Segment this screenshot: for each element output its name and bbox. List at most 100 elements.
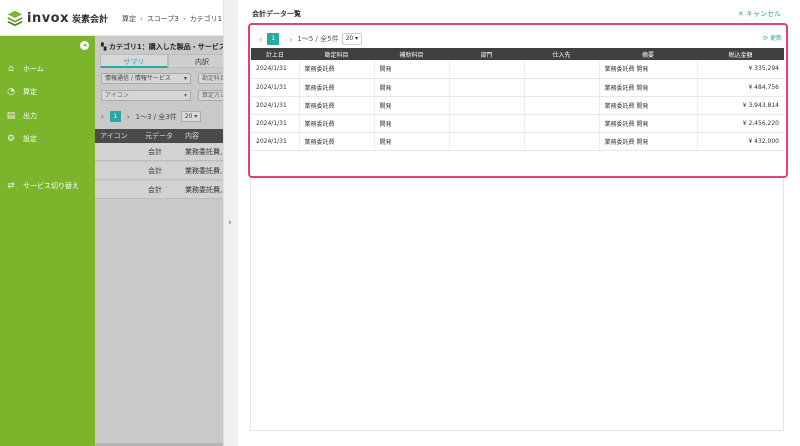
- department-cell: [448, 96, 524, 115]
- brand-name: invox: [27, 10, 70, 26]
- sidebar-item-home[interactable]: ⌂ ホーム: [6, 64, 44, 74]
- sidebar-item-label: サービス切り替え: [23, 182, 79, 190]
- amount-cell: ¥ 484,756: [696, 78, 784, 97]
- department-cell: [448, 78, 524, 97]
- cancel-button[interactable]: ✕ キャンセル: [738, 9, 781, 19]
- table-row[interactable]: 2024/1/31 業務委託費 開発 業務委託費 開発 ¥ 432,000: [251, 132, 784, 151]
- column-header: 元データ: [145, 132, 173, 140]
- page-size-select[interactable]: 20 ▾: [180, 111, 202, 122]
- table-row[interactable]: 2024/1/31 業務委託費 開発 業務委託費 開発 ¥ 3,943,814: [251, 96, 784, 115]
- page-summary: 1〜5 / 全5件: [297, 35, 339, 43]
- method-select[interactable]: 算定方法: [198, 90, 223, 101]
- date-cell: 2024/1/31: [251, 114, 299, 133]
- vendor-cell: [523, 78, 599, 97]
- page-button[interactable]: 1: [267, 33, 280, 45]
- column-header-vendor[interactable]: 仕入先: [524, 48, 599, 60]
- account-cell: 業務委託費: [298, 60, 374, 79]
- next-page-icon[interactable]: ›: [127, 113, 130, 121]
- content-cell: 業務委託費,: [185, 148, 223, 156]
- icon-select-placeholder: アイコン: [105, 92, 129, 99]
- panel-title-text: カテゴリ1：購入した製品・サービス: [108, 43, 223, 51]
- column-header-amount[interactable]: 税込金額: [697, 48, 784, 60]
- accounting-data-panel: 会計データ一覧 ✕ キャンセル ‹ 1 › 1〜5 / 全5件 20 ▾ ⟳ 更…: [238, 0, 800, 446]
- org-icon: ▚: [101, 43, 107, 51]
- table-header: 計上日 勘定科目 補助科目 部門 仕入先 摘要 税込金額: [251, 48, 784, 60]
- page-size-select[interactable]: 20 ▾: [341, 33, 363, 45]
- column-header-date[interactable]: 計上日: [251, 48, 299, 60]
- table-row[interactable]: 会計 業務委託費,: [95, 162, 223, 180]
- page-size-value: 20: [184, 113, 193, 120]
- vendor-cell: [523, 60, 599, 79]
- sidebar-item-settings[interactable]: ⚙ 設定: [6, 134, 37, 144]
- table-row[interactable]: 2024/1/31 業務委託費 開発 業務委託費 開発 ¥ 335,294: [251, 60, 784, 79]
- accounting-table: 計上日 勘定科目 補助科目 部門 仕入先 摘要 税込金額 2024/1/31 業…: [251, 48, 784, 151]
- date-cell: 2024/1/31: [251, 60, 299, 79]
- table-row[interactable]: 2024/1/31 業務委託費 開発 業務委託費 開発 ¥ 2,456,220: [251, 114, 784, 133]
- memo-cell: 業務委託費 開発: [598, 60, 697, 79]
- source-cell: 会計: [148, 167, 162, 175]
- content-cell: 業務委託費,: [185, 167, 223, 175]
- tab-summary[interactable]: サマリ: [100, 54, 168, 68]
- memo-cell: 業務委託費 開発: [598, 132, 697, 151]
- sub-account-cell: 開発: [373, 96, 449, 115]
- account-cell: 業務委託費: [298, 132, 374, 151]
- column-header-department[interactable]: 部門: [449, 48, 524, 60]
- source-cell: 会計: [148, 186, 162, 194]
- close-icon: ✕: [737, 10, 744, 18]
- table-row[interactable]: 2024/1/31 業務委託費 開発 業務委託費 開発 ¥ 484,756: [251, 78, 784, 97]
- industry-select[interactable]: 情報通信 / 情報サービス ▾: [101, 73, 191, 84]
- department-cell: [448, 132, 524, 151]
- chevron-down-icon: ▾: [183, 92, 187, 99]
- department-cell: [448, 114, 524, 133]
- table-row[interactable]: 会計 業務委託費,: [95, 143, 223, 161]
- breadcrumb-item[interactable]: カテゴリ1: [190, 15, 222, 23]
- amount-cell: ¥ 432,000: [696, 132, 784, 151]
- date-cell: 2024/1/31: [251, 78, 299, 97]
- breadcrumb-item[interactable]: 算定: [122, 15, 136, 23]
- sidebar-item-switch-service[interactable]: ⇄ サービス切り替え: [6, 181, 79, 191]
- refresh-label: 更新: [769, 35, 782, 42]
- expand-panel-icon[interactable]: ›: [228, 218, 232, 228]
- switch-icon: ⇄: [7, 181, 15, 191]
- vendor-cell: [523, 114, 599, 133]
- sub-account-cell: 開発: [373, 132, 449, 151]
- logo[interactable]: invox 炭素会計: [6, 9, 108, 27]
- layers-logo-icon: [7, 10, 23, 27]
- sidebar-item-output[interactable]: ▤ 出力: [6, 111, 37, 121]
- panel-divider: ›: [223, 0, 238, 446]
- table-row[interactable]: 会計 業務委託費,: [95, 181, 223, 199]
- breadcrumb-item[interactable]: スコープ3: [147, 15, 179, 23]
- sidebar: ◂ ⌂ ホーム ◔ 算定 ▤ 出力 ⚙ 設定 ⇄ サービス切り替え: [0, 36, 95, 446]
- brand-subtitle: 炭素会計: [72, 14, 109, 25]
- tab-breakdown[interactable]: 内訳: [168, 54, 223, 68]
- column-header-sub-account[interactable]: 補助科目: [374, 48, 449, 60]
- column-header: 内容: [185, 132, 199, 140]
- sub-account-cell: 開発: [373, 114, 449, 133]
- amount-cell: ¥ 3,943,814: [696, 96, 784, 115]
- account-cell: 業務委託費: [298, 114, 374, 133]
- column-header-memo[interactable]: 摘要: [599, 48, 697, 60]
- sidebar-item-label: 出力: [23, 112, 37, 120]
- sub-account-cell: 開発: [373, 78, 449, 97]
- icon-select[interactable]: アイコン ▾: [101, 90, 191, 101]
- pagination: ‹ 1 › 1〜3 / 全3件 20 ▾: [101, 111, 202, 122]
- refresh-icon: ⟳: [763, 35, 769, 42]
- account-select[interactable]: 勘定科目: [198, 73, 223, 84]
- next-page-icon[interactable]: ›: [289, 35, 292, 44]
- prev-page-icon[interactable]: ‹: [101, 113, 104, 121]
- sub-account-cell: 開発: [373, 60, 449, 79]
- memo-cell: 業務委託費 開発: [598, 78, 697, 97]
- collapse-sidebar-icon[interactable]: ◂: [80, 41, 89, 50]
- column-header-account[interactable]: 勘定科目: [299, 48, 374, 60]
- department-cell: [448, 60, 524, 79]
- amount-cell: ¥ 335,294: [696, 60, 784, 79]
- pagination: ‹ 1 › 1〜5 / 全5件 20 ▾: [254, 33, 363, 45]
- refresh-button[interactable]: ⟳ 更新: [763, 33, 782, 42]
- category-detail-panel: ▚ カテゴリ1：購入した製品・サービス サマリ 内訳 情報通信 / 情報サービス…: [95, 36, 223, 446]
- content-cell: 業務委託費,: [185, 186, 223, 194]
- date-cell: 2024/1/31: [251, 132, 299, 151]
- cancel-label: キャンセル: [746, 10, 781, 18]
- page-button[interactable]: 1: [109, 111, 121, 122]
- sidebar-item-calculation[interactable]: ◔ 算定: [6, 87, 37, 97]
- prev-page-icon[interactable]: ‹: [259, 35, 262, 44]
